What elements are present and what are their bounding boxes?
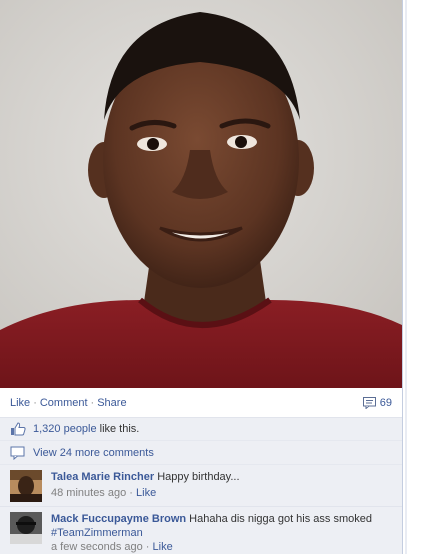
separator: · — [145, 541, 150, 553]
likes-suffix: like this. — [99, 423, 140, 435]
post-photo[interactable] — [0, 0, 402, 388]
comment-count-value: 69 — [379, 396, 392, 409]
comment-count[interactable]: 69 — [362, 396, 392, 409]
comment-timestamp[interactable]: 48 minutes ago — [51, 487, 126, 499]
comment-timestamp[interactable]: a few seconds ago — [51, 541, 143, 553]
comment-author[interactable]: Mack Fuccupayme Brown — [51, 513, 186, 525]
comment-item: Mack Fuccupayme Brown Hahaha dis nigga g… — [0, 507, 402, 554]
avatar[interactable] — [10, 512, 42, 544]
speech-bubble-icon — [362, 396, 376, 409]
comment-link[interactable]: Comment — [40, 397, 88, 409]
separator: · — [129, 487, 133, 499]
separator: · — [90, 396, 95, 409]
scrollbar[interactable] — [402, 0, 445, 554]
likes-summary: 1,320 people like this. — [0, 417, 402, 441]
comment-text: Happy birthday... — [157, 471, 240, 483]
comment-item: Talea Marie Rincher Happy birthday... 48… — [0, 465, 402, 507]
share-link[interactable]: Share — [97, 397, 126, 409]
post-actions-bar: Like · Comment · Share 69 — [0, 388, 402, 417]
avatar[interactable] — [10, 470, 42, 502]
likes-count-link[interactable]: 1,320 people — [33, 423, 97, 435]
thumbs-up-icon — [11, 422, 26, 436]
hashtag-link[interactable]: #TeamZimmerman — [51, 527, 143, 539]
comment-bubble-icon — [10, 446, 25, 460]
comment-like-link[interactable]: Like — [136, 487, 156, 499]
comment-like-link[interactable]: Like — [153, 541, 173, 553]
like-link[interactable]: Like — [10, 397, 30, 409]
separator: · — [33, 396, 37, 409]
view-more-comments[interactable]: View 24 more comments — [0, 441, 402, 465]
comment-author[interactable]: Talea Marie Rincher — [51, 471, 154, 483]
feedback-panel: Like · Comment · Share 69 1,320 people l… — [0, 388, 402, 554]
comment-text: Hahaha dis nigga got his ass smoked — [189, 513, 372, 525]
scrollbar-track[interactable] — [405, 0, 407, 554]
view-more-comments-link[interactable]: View 24 more comments — [33, 447, 154, 459]
